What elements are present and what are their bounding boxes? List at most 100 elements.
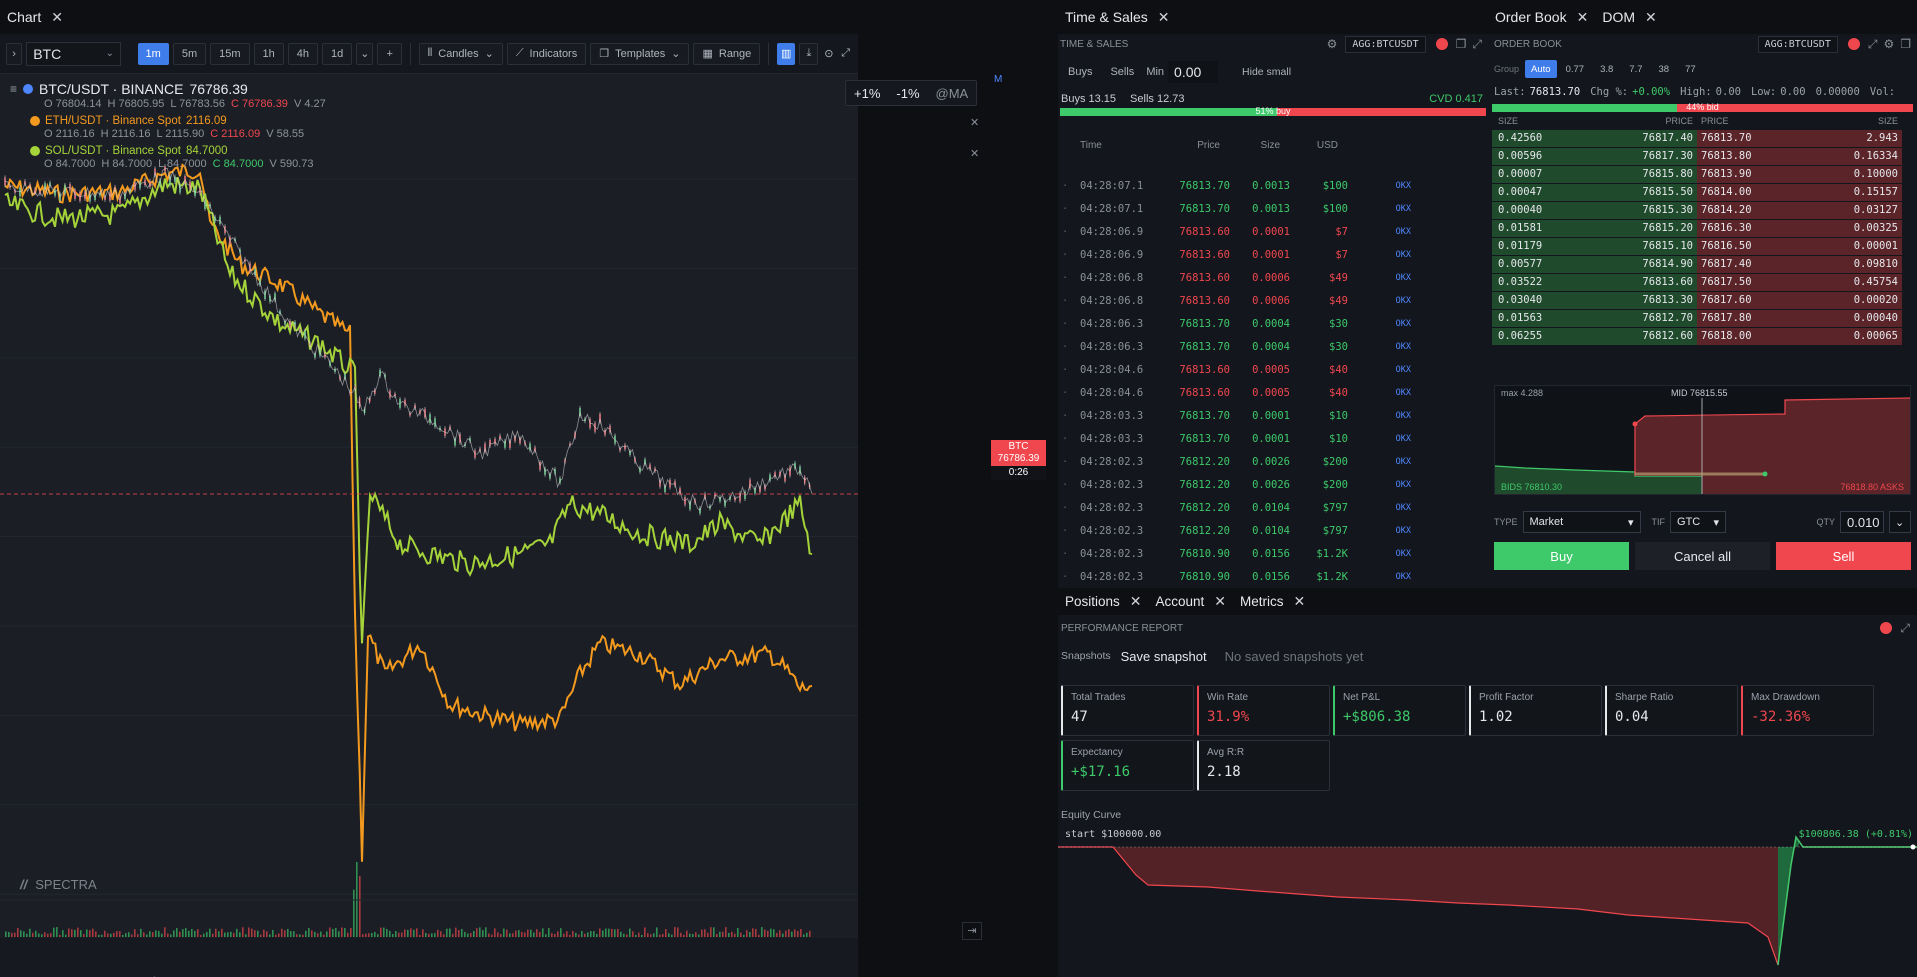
bar-chart-icon[interactable]: ▥ — [777, 42, 796, 65]
tab-time-sales[interactable]: Time & Sales ✕ — [1058, 0, 1176, 34]
plus-one-percent-button[interactable]: +1% — [846, 81, 888, 105]
record-icon[interactable] — [1880, 622, 1893, 634]
depth-chart[interactable]: max 4.288 MID 76815.55 BIDS 76810.30 768… — [1494, 385, 1911, 495]
table-row[interactable]: 0.01581 76815.20 76816.30 0.00325 — [1492, 220, 1913, 237]
table-row[interactable]: · 04:28:02.3 76812.20 0.0026 $200 OKX — [1062, 450, 1488, 473]
tif-select[interactable]: GTC ▾ — [1670, 511, 1727, 533]
tab-dom[interactable]: DOM ✕ — [1595, 0, 1663, 34]
table-row[interactable]: 0.01563 76812.70 76817.80 0.00040 — [1492, 310, 1913, 327]
table-row[interactable]: · 04:28:06.3 76813.70 0.0004 $30 OKX — [1062, 335, 1488, 358]
table-row[interactable]: · 04:28:02.3 76812.20 0.0104 $797 OKX — [1062, 496, 1488, 519]
table-row[interactable]: 0.03522 76813.60 76817.50 0.45754 — [1492, 274, 1913, 291]
tab-order-book[interactable]: Order Book ✕ — [1488, 0, 1595, 34]
close-icon[interactable]: ✕ — [1130, 593, 1142, 610]
tab-positions[interactable]: Positions ✕ — [1058, 588, 1149, 615]
ts-agg-badge[interactable]: AGG:BTCUSDT — [1345, 35, 1426, 53]
table-row[interactable]: · 04:28:03.3 76813.70 0.0001 $10 OKX — [1062, 427, 1488, 450]
close-icon[interactable]: ✕ — [970, 147, 979, 160]
table-row[interactable]: 0.00577 76814.90 76817.40 0.09810 — [1492, 256, 1913, 273]
close-icon[interactable]: ✕ — [1158, 9, 1170, 26]
order-type-select[interactable]: Market ▾ — [1522, 511, 1641, 533]
table-row[interactable]: 0.00047 76815.50 76814.00 0.15157 — [1492, 184, 1913, 201]
timeframe-15m[interactable]: 15m — [210, 42, 250, 65]
group-7-7[interactable]: 7.7 — [1622, 60, 1649, 78]
cancel-all-button[interactable]: Cancel all — [1635, 542, 1770, 570]
menu-icon[interactable]: ≡ — [10, 82, 17, 96]
tab-metrics[interactable]: Metrics ✕ — [1233, 588, 1312, 615]
hide-small-toggle[interactable]: Hide small — [1234, 61, 1299, 83]
settings-icon[interactable]: ⚙ — [1327, 37, 1338, 51]
group-3-8[interactable]: 3.8 — [1593, 60, 1620, 78]
table-row[interactable]: 0.42560 76817.40 76813.70 2.943 — [1492, 130, 1913, 147]
popout-icon[interactable]: ❐ — [1900, 37, 1911, 51]
buy-button[interactable]: Buy — [1494, 542, 1629, 570]
crosshair-icon[interactable]: ⤓ — [799, 42, 819, 65]
group-0-77[interactable]: 0.77 — [1559, 60, 1592, 78]
table-row[interactable]: · 04:28:03.3 76813.70 0.0001 $10 OKX — [1062, 404, 1488, 427]
table-row[interactable]: · 04:28:06.8 76813.60 0.0006 $49 OKX — [1062, 289, 1488, 312]
table-row[interactable]: · 04:28:06.3 76813.70 0.0004 $30 OKX — [1062, 312, 1488, 335]
table-row[interactable]: · 04:28:07.1 76813.70 0.0013 $100 OKX — [1062, 197, 1488, 220]
table-row[interactable]: 0.06255 76812.60 76818.00 0.00065 — [1492, 328, 1913, 345]
table-row[interactable]: 0.00596 76817.30 76813.80 0.16334 — [1492, 148, 1913, 165]
close-icon[interactable]: ✕ — [970, 116, 979, 129]
table-row[interactable]: · 04:28:07.1 76813.70 0.0013 $100 OKX — [1062, 174, 1488, 197]
settings-icon[interactable]: ⚙ — [1883, 37, 1894, 51]
price-chart[interactable]: 7850078000775007700076500760007550075000… — [0, 74, 858, 977]
timeframe-5m[interactable]: 5m — [172, 42, 207, 65]
chart-type-button[interactable]: ⫴ Candles ⌄ — [418, 42, 503, 65]
close-icon[interactable]: ✕ — [1294, 593, 1306, 610]
ob-agg-badge[interactable]: AGG:BTCUSDT — [1757, 35, 1838, 53]
filter-sells[interactable]: Sells — [1102, 61, 1142, 83]
symbol-select[interactable]: BTC ⌄ — [26, 41, 122, 66]
qty-input[interactable]: 0.010 — [1840, 511, 1884, 533]
table-row[interactable]: 0.00040 76815.30 76814.20 0.03127 — [1492, 202, 1913, 219]
table-row[interactable]: 0.00007 76815.80 76813.90 0.10000 — [1492, 166, 1913, 183]
expand-icon[interactable]: ⤢ — [1868, 37, 1878, 52]
table-row[interactable]: · 04:28:02.3 76810.90 0.0156 $1.2K OKX — [1062, 542, 1488, 565]
expand-icon[interactable]: ⤢ — [1472, 37, 1482, 52]
settings-icon[interactable]: ⊙ — [822, 43, 835, 65]
sell-button[interactable]: Sell — [1776, 542, 1911, 570]
filter-buys[interactable]: Buys — [1060, 61, 1100, 83]
timeframe-4h[interactable]: 4h — [287, 42, 319, 65]
timeframe-1d[interactable]: 1d — [322, 42, 353, 65]
record-icon[interactable] — [1435, 38, 1448, 50]
indicators-button[interactable]: ⟋ Indicators — [506, 42, 587, 65]
range-button[interactable]: ▦ Range — [693, 42, 761, 65]
min-size-input[interactable]: 0.00 — [1168, 61, 1219, 83]
close-icon[interactable]: ✕ — [1577, 9, 1589, 26]
tab-account[interactable]: Account ✕ — [1149, 588, 1234, 615]
table-row[interactable]: · 04:28:06.9 76813.60 0.0001 $7 OKX — [1062, 220, 1488, 243]
add-timeframe-button[interactable]: + — [377, 42, 402, 65]
table-row[interactable]: · 04:28:02.3 76812.20 0.0104 $797 OKX — [1062, 519, 1488, 542]
table-row[interactable]: 0.01179 76815.10 76816.50 0.00001 — [1492, 238, 1913, 255]
record-icon[interactable] — [1847, 38, 1860, 50]
templates-button[interactable]: ❐ Templates ⌄ — [590, 42, 690, 65]
table-row[interactable]: · 04:28:04.6 76813.60 0.0005 $40 OKX — [1062, 381, 1488, 404]
expand-icon[interactable]: ⤢ — [1900, 621, 1910, 636]
table-row[interactable]: 0.03040 76813.30 76817.60 0.00020 — [1492, 292, 1913, 309]
tab-chart[interactable]: Chart ✕ — [0, 0, 70, 34]
chevron-right-icon[interactable]: › — [6, 42, 23, 65]
table-row[interactable]: · 04:28:02.3 76812.20 0.0026 $200 OKX — [1062, 473, 1488, 496]
timeframe-1m[interactable]: 1m — [137, 42, 169, 65]
table-row[interactable]: · 04:28:06.8 76813.60 0.0006 $49 OKX — [1062, 266, 1488, 289]
table-row[interactable]: · 04:28:02.3 76810.90 0.0156 $1.2K OKX — [1062, 565, 1488, 588]
save-snapshot-button[interactable]: Save snapshot — [1121, 649, 1207, 664]
minus-one-percent-button[interactable]: -1% — [888, 81, 927, 105]
group-auto[interactable]: Auto — [1525, 60, 1557, 78]
fullscreen-icon[interactable]: ⤢ — [839, 43, 852, 65]
close-icon[interactable]: ✕ — [1645, 9, 1657, 26]
group-38[interactable]: 38 — [1652, 60, 1677, 78]
popout-icon[interactable]: ❐ — [1456, 37, 1467, 51]
close-icon[interactable]: ✕ — [1214, 593, 1226, 610]
table-row[interactable]: · 04:28:06.9 76813.60 0.0001 $7 OKX — [1062, 243, 1488, 266]
chevron-down-icon[interactable]: ⌄ — [1889, 511, 1911, 533]
go-to-latest-icon[interactable]: ⇥ — [962, 922, 982, 940]
timeframe-1h[interactable]: 1h — [253, 42, 284, 65]
timeframe-more-icon[interactable]: ⌄ — [356, 42, 374, 65]
close-icon[interactable]: ✕ — [51, 9, 63, 26]
group-77[interactable]: 77 — [1678, 60, 1703, 78]
table-row[interactable]: · 04:28:04.6 76813.60 0.0005 $40 OKX — [1062, 358, 1488, 381]
